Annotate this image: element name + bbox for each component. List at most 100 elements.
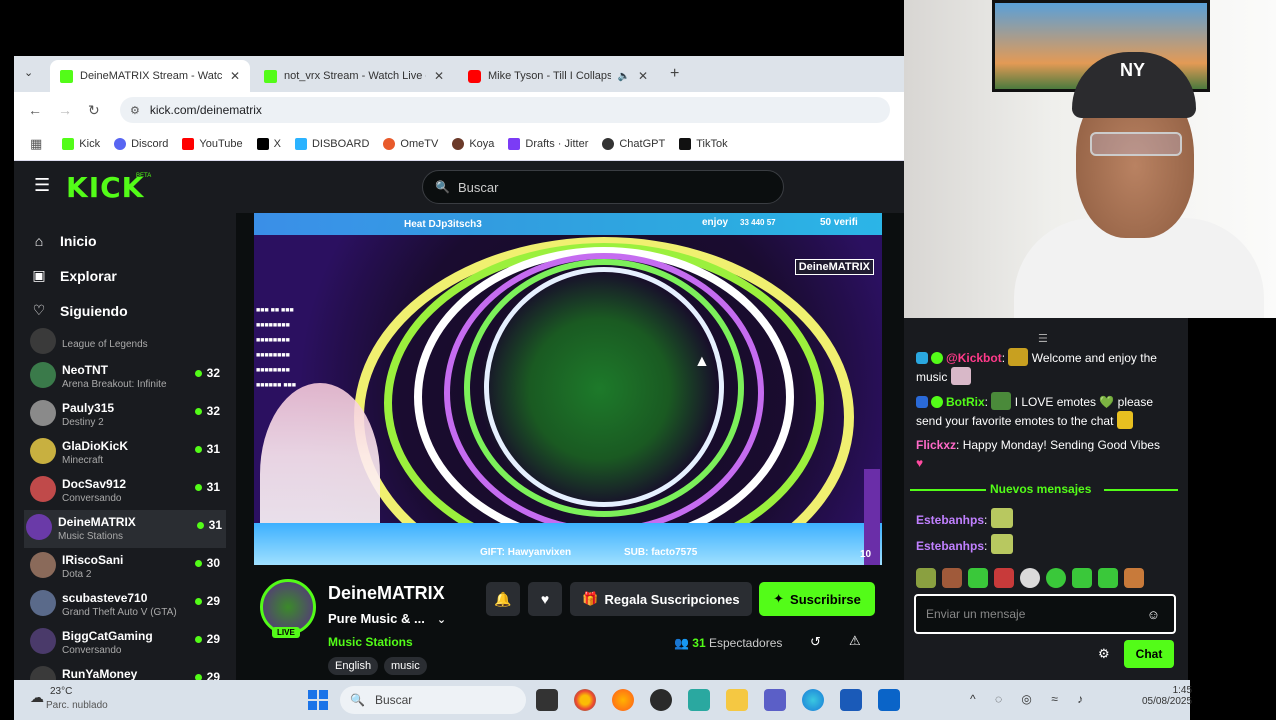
tab-title: Mike Tyson - Till I Collapse [488,70,612,82]
store-icon[interactable] [840,689,862,711]
sidebar-channel[interactable]: DeineMATRIX Music Stations 31 [24,510,226,548]
task-view-icon[interactable] [536,689,558,711]
obs-icon[interactable] [650,689,672,711]
nav-siguiendo[interactable]: ♡ Siguiendo [30,302,128,319]
speaker-icon[interactable]: 🔈 [617,71,629,82]
tag-english[interactable]: English [328,657,379,675]
chat-settings-gear-icon[interactable]: ⚙ [1098,646,1110,662]
chrome-icon[interactable] [574,689,596,711]
bookmark-koya[interactable]: Koya [452,138,494,150]
chat-username[interactable]: Flickxz [916,438,956,452]
bookmark-tiktok[interactable]: TikTok [679,138,728,150]
emote-icon[interactable] [994,568,1014,588]
notification-bell-button[interactable]: 🔔 [486,582,520,616]
bookmark-youtube[interactable]: YouTube [182,138,243,150]
channel-partial[interactable]: League of Legends [28,328,224,356]
site-settings-icon[interactable]: ⚙ [130,104,140,117]
stream-category-link[interactable]: Music Stations [328,635,413,649]
bookmark-ometv[interactable]: OmeTV [383,138,438,150]
channel-viewers: 29 [194,594,220,608]
nav-inicio[interactable]: ⌂ Inicio [30,233,97,249]
edge-icon[interactable] [802,689,824,711]
viewer-number: 32 [206,404,220,418]
weather-text: Parc. nublado [46,700,108,711]
tab-deinematrix[interactable]: DeineMATRIX Stream - Watch Live on Kick … [50,60,250,92]
sidebar-channel[interactable]: IRiscoSani Dota 2 30 [28,548,224,586]
sidebar-channel[interactable]: NeoTNT Arena Breakout: Infinite 32 [28,358,224,396]
gift-button-label: Regala Suscripciones [604,591,740,607]
apps-grid-icon[interactable]: ▦ [30,136,42,152]
search-input[interactable]: 🔍 Buscar [422,170,784,204]
bookmark-kick[interactable]: Kick [62,138,100,150]
chat-filter-icon[interactable]: ☰ [1038,332,1048,345]
emoji-picker-icon[interactable]: ☺ [1147,607,1160,622]
outlook-icon[interactable] [878,689,900,711]
nav-explorar[interactable]: ▣ Explorar [30,267,116,284]
subscribe-button[interactable]: ✦ Suscribirse [759,582,875,616]
bookmark-chatgpt[interactable]: ChatGPT [602,138,665,150]
chat-message-input[interactable]: Enviar un mensaje ☺ [914,594,1176,634]
file-explorer-icon[interactable] [726,689,748,711]
emote-icon[interactable] [1072,568,1092,588]
tag-music[interactable]: music [384,657,427,675]
chat-username[interactable]: Estebanhps [916,539,984,553]
channel-category: Conversando [62,493,122,504]
video-player[interactable]: Heat DJp3itsch3 enjoy 33 440 57 50 verif… [254,213,882,565]
menu-icon[interactable]: ☰ [34,175,50,196]
beta-badge: BETA [136,173,152,179]
kick-logo[interactable]: KICK [66,171,144,204]
bookmark-disboard[interactable]: DISBOARD [294,138,369,150]
system-tray[interactable]: ^ ◌ ◎ ≈ ♪ [970,692,1091,706]
gift-subscriptions-button[interactable]: 🎁 Regala Suscripciones [570,582,752,616]
chat-username[interactable]: BotRix [946,395,985,409]
emote-icon[interactable] [1020,568,1040,588]
chat-username[interactable]: @Kickbot [946,351,1002,365]
emote-icon[interactable] [1098,568,1118,588]
teams-icon[interactable] [764,689,786,711]
viewer-label: Espectadores [708,636,783,650]
follow-heart-button[interactable]: ♥ [528,582,562,616]
chat-username[interactable]: Estebanhps [916,513,984,527]
bookmark-label: TikTok [696,138,728,150]
notepad-icon[interactable] [688,689,710,711]
sidebar-channel[interactable]: scubasteve710 Grand Theft Auto V (GTA) 29 [28,586,224,624]
tab-not-vrx[interactable]: not_vrx Stream - Watch Live on Kick ✕ [254,60,454,92]
bookmark-discord[interactable]: Discord [114,138,168,150]
tab-close-icon[interactable]: ✕ [230,69,240,83]
x-icon [256,138,269,150]
emote-icon[interactable] [1124,568,1144,588]
sidebar-channel[interactable]: BiggCatGaming Conversando 29 [28,624,224,662]
new-tab-plus-icon[interactable]: + [670,65,679,83]
warning-icon[interactable]: ⚠ [849,633,861,649]
tab-close-icon[interactable]: ✕ [638,69,648,83]
clock[interactable]: 1:45 05/08/2025 [1142,685,1192,707]
stream-title[interactable]: Pure Music & ... ⌄ [328,611,446,626]
firefox-icon[interactable] [612,689,634,711]
reload-icon[interactable]: ↻ [88,102,100,119]
emote-icon[interactable] [916,568,936,588]
share-icon[interactable]: ↺ [810,634,821,650]
sidebar-channel[interactable]: GlaDioKicK Minecraft 31 [28,434,224,472]
sidebar-channel[interactable]: DocSav912 Conversando 31 [28,472,224,510]
emote-icon[interactable] [942,568,962,588]
bookmark-x[interactable]: X [256,138,281,150]
back-arrow-icon[interactable]: ← [28,102,42,118]
channel-name[interactable]: DeineMATRIX [328,583,445,604]
youtube-favicon-icon [468,69,481,83]
chat-send-button[interactable]: Chat [1124,640,1174,668]
emote-icon[interactable] [968,568,988,588]
emote-icon[interactable] [1046,568,1066,588]
chevron-down-icon[interactable]: ⌄ [437,614,446,626]
address-bar: ← → ↻ ⚙ kick.com/deinematrix [14,92,904,128]
tab-close-icon[interactable]: ✕ [434,69,444,83]
sidebar-channel[interactable]: Pauly315 Destiny 2 32 [28,396,224,434]
forward-arrow-icon[interactable]: → [58,102,72,118]
bookmark-drafts-jitter[interactable]: Drafts · Jitter [508,138,588,150]
windows-start-icon[interactable] [308,690,328,710]
url-field[interactable]: ⚙ kick.com/deinematrix [120,97,890,123]
tab-list-chevron-icon[interactable]: ⌄ [24,66,33,79]
taskbar-search[interactable]: 🔍 Buscar [340,686,526,714]
tab-mike-tyson[interactable]: Mike Tyson - Till I Collapse 🔈 ✕ [458,60,658,92]
avatar [30,552,56,578]
live-badge: LIVE [272,627,300,638]
